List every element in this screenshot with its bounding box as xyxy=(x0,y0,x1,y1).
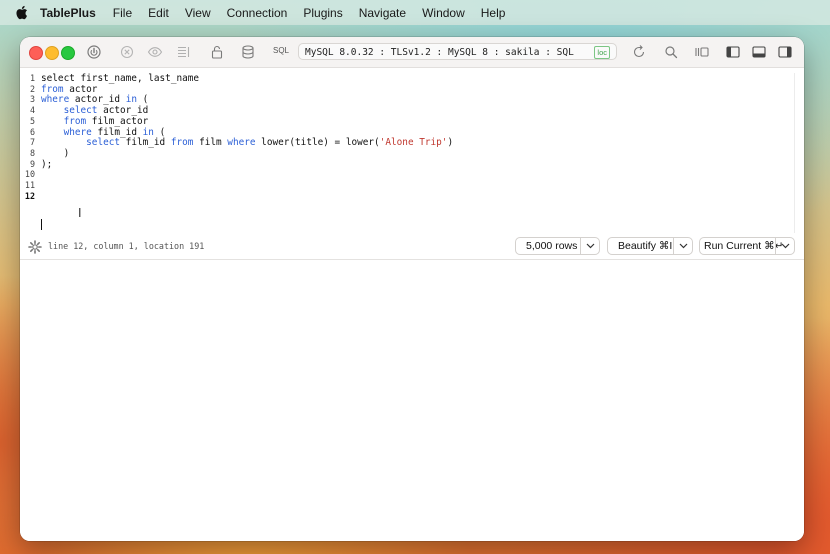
sql-token: film xyxy=(193,137,228,149)
sql-token: ); xyxy=(41,158,53,170)
sql-keyword: select xyxy=(63,105,98,117)
power-icon[interactable] xyxy=(86,44,102,60)
line-number: 5 xyxy=(29,115,35,126)
sql-keyword: in xyxy=(125,94,137,106)
rows-limit-label: 5,000 rows xyxy=(526,240,578,252)
line-number: 12 xyxy=(24,190,35,201)
sql-token: film_id xyxy=(120,137,171,149)
sql-token: film_id xyxy=(91,126,143,138)
sql-token: actor xyxy=(63,83,98,95)
toggle-right-sidebar-icon[interactable] xyxy=(777,44,793,60)
code-text: ) xyxy=(41,147,70,159)
ibeam-cursor-icon: I xyxy=(78,206,82,220)
connection-info-bar[interactable]: MySQL 8.0.32 : TLSv1.2 : MySQL 8 : sakil… xyxy=(298,43,617,60)
menu-app-name[interactable]: TablePlus xyxy=(40,6,96,20)
close-window-button[interactable] xyxy=(29,46,43,60)
gear-icon[interactable] xyxy=(28,240,42,254)
code-text: ); xyxy=(41,159,52,170)
code-text: where actor_id in ( xyxy=(41,94,148,105)
run-current-label: Run Current ⌘↵ xyxy=(704,240,784,252)
text-caret xyxy=(41,219,42,230)
sql-keyword: from xyxy=(170,137,194,149)
toggle-bottom-panel-icon[interactable] xyxy=(751,44,767,60)
chevron-down-icon[interactable] xyxy=(580,238,599,254)
sql-keyword: in xyxy=(142,126,154,138)
search-icon[interactable] xyxy=(663,44,679,60)
format-lines-icon[interactable] xyxy=(176,44,192,60)
sql-token: select first_name, last_name xyxy=(41,73,200,84)
sql-token: ( xyxy=(136,94,149,106)
menu-edit[interactable]: Edit xyxy=(148,6,169,20)
line-number: 6 xyxy=(29,126,35,137)
line-number: 8 xyxy=(29,147,35,158)
editor-status-bar: line 12, column 1, location 191 5,000 ro… xyxy=(20,235,804,260)
apple-logo-icon[interactable] xyxy=(15,5,28,20)
sql-token: lower(title) = lower( xyxy=(255,137,380,149)
zoom-window-button[interactable] xyxy=(61,46,75,60)
menu-connection[interactable]: Connection xyxy=(227,6,288,20)
sql-token: actor_id xyxy=(69,94,126,106)
line-number: 4 xyxy=(29,105,35,116)
menu-file[interactable]: File xyxy=(113,6,132,20)
sql-token: actor_id xyxy=(97,105,149,117)
line-number: 9 xyxy=(29,158,35,169)
menu-help[interactable]: Help xyxy=(481,6,506,20)
sql-label[interactable]: SQL xyxy=(273,46,289,55)
code-text: where film_id in ( xyxy=(41,126,166,138)
line-number: 1 xyxy=(29,73,35,83)
cursor-position: line 12, column 1, location 191 xyxy=(48,241,205,251)
line-number: 3 xyxy=(29,94,35,105)
line-number: 10 xyxy=(24,169,35,180)
line-number: 7 xyxy=(29,137,35,148)
tableplus-window: SQL MySQL 8.0.32 : TLSv1.2 : MySQL 8 : s… xyxy=(20,37,804,541)
code-text: select first_name, last_name xyxy=(41,73,199,84)
database-icon[interactable] xyxy=(240,44,256,60)
sql-token: ) xyxy=(41,147,70,159)
code-text: from film_actor xyxy=(41,115,149,127)
sql-keyword: select xyxy=(86,137,121,149)
connection-info-text: MySQL 8.0.32 : TLSv1.2 : MySQL 8 : sakil… xyxy=(305,47,574,58)
sql-keyword: where xyxy=(63,126,92,138)
sql-string: 'Alone Trip' xyxy=(379,137,448,149)
lock-icon[interactable] xyxy=(209,44,225,60)
sql-keyword: from xyxy=(63,115,87,127)
menu-plugins[interactable]: Plugins xyxy=(303,6,342,20)
sql-keyword: from xyxy=(41,83,64,95)
results-pane xyxy=(20,260,804,541)
beautify-label: Beautify ⌘I xyxy=(618,240,673,252)
run-current-button[interactable]: Run Current ⌘↵ xyxy=(699,237,795,255)
chevron-down-icon[interactable] xyxy=(673,238,692,254)
toolbar: SQL MySQL 8.0.32 : TLSv1.2 : MySQL 8 : s… xyxy=(20,37,804,68)
beautify-button[interactable]: Beautify ⌘I xyxy=(607,237,693,255)
menu-view[interactable]: View xyxy=(185,6,211,20)
eye-icon[interactable] xyxy=(147,44,163,60)
sql-token: ) xyxy=(447,137,454,149)
stop-icon[interactable] xyxy=(119,44,135,60)
menu-window[interactable]: Window xyxy=(422,6,465,20)
rows-limit-select[interactable]: 5,000 rows xyxy=(515,237,600,255)
chevron-down-icon[interactable] xyxy=(775,238,794,254)
sql-token: film_actor xyxy=(86,115,149,127)
menu-navigate[interactable]: Navigate xyxy=(359,6,406,20)
code-text: select actor_id xyxy=(41,105,149,117)
code-text: from actor xyxy=(41,84,97,95)
column-layout-icon[interactable] xyxy=(694,44,710,60)
refresh-icon[interactable] xyxy=(631,44,647,60)
toggle-left-sidebar-icon[interactable] xyxy=(725,44,741,60)
line-number: 2 xyxy=(29,83,35,94)
minimize-window-button[interactable] xyxy=(45,46,59,60)
line-number: 11 xyxy=(24,180,35,190)
sql-keyword: where xyxy=(227,137,256,149)
env-badge: loc xyxy=(594,46,610,59)
code-text: select film_id from film where lower(tit… xyxy=(41,137,453,148)
menu-bar: TablePlus File Edit View Connection Plug… xyxy=(0,0,830,25)
editor-scrollbar[interactable] xyxy=(794,73,795,233)
sql-token: ( xyxy=(153,126,166,138)
sql-keyword: where xyxy=(41,94,70,106)
